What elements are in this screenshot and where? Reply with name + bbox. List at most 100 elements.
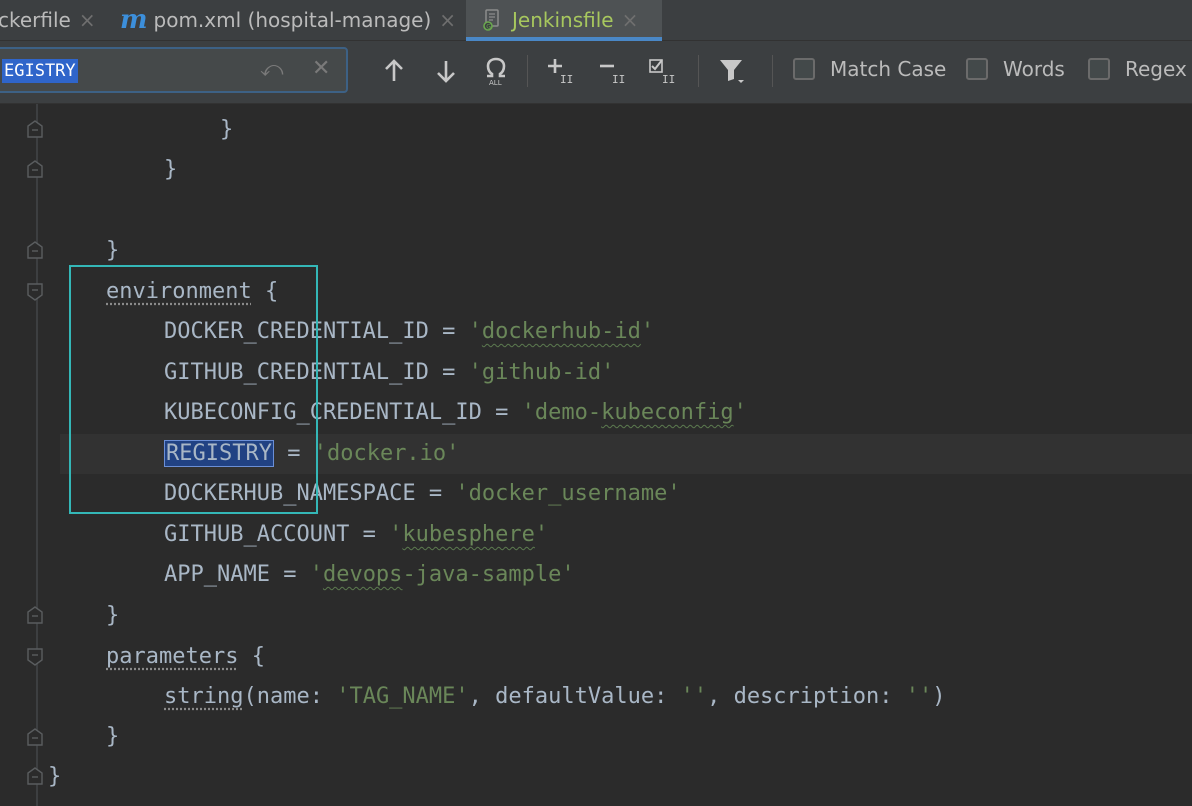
add-selection-button[interactable]: II [544, 53, 580, 89]
find-all-button[interactable]: ALL [478, 53, 514, 89]
separator [772, 55, 773, 87]
tab-pom-xml[interactable]: m pom.xml (hospital-manage) × [120, 0, 460, 40]
filter-icon [720, 60, 744, 83]
environment-keyword: environment [106, 279, 252, 304]
fold-start-icon[interactable] [27, 283, 43, 301]
match-case-checkbox[interactable] [793, 58, 815, 80]
code-text: KUBECONFIG_CREDENTIAL_ID = [164, 400, 522, 425]
select-all-occurrences-icon: II [649, 59, 675, 86]
parameters-keyword: parameters [106, 644, 239, 669]
string-literal: 'TAG_NAME' [336, 684, 469, 709]
omega-icon: ALL [486, 57, 506, 86]
code-line-docker-credential: DOCKER_CREDENTIAL_ID = 'dockerhub-id' [164, 312, 654, 352]
search-input[interactable]: EGISTRY ⤺ ✕ [0, 47, 348, 93]
code-text: , defaultValue: [468, 684, 681, 709]
string-literal: kubeconfig [601, 400, 734, 425]
string-literal: ' [468, 319, 482, 344]
fold-end-icon[interactable] [27, 606, 43, 624]
string-literal: ' [733, 400, 747, 425]
code-text: APP_NAME = [164, 562, 310, 587]
tab-label: ckerfile [0, 8, 71, 32]
code-line-kubeconfig-credential: KUBECONFIG_CREDENTIAL_ID = 'demo-kubecon… [164, 393, 747, 433]
code-text: DOCKERHUB_NAMESPACE = [164, 481, 456, 506]
next-occurrence-button[interactable] [428, 53, 464, 89]
string-literal: '' [905, 684, 933, 709]
clear-search-icon[interactable]: ✕ [312, 56, 330, 81]
code-text: ) [932, 684, 946, 709]
fold-end-icon[interactable] [27, 728, 43, 746]
code-line: } [48, 764, 62, 789]
match-case-label[interactable]: Match Case [830, 57, 946, 81]
code-text: { [238, 644, 265, 669]
close-icon[interactable]: × [79, 8, 96, 32]
find-bar: EGISTRY ⤺ ✕ ALL II II II Match Case Word… [0, 41, 1192, 104]
code-line: } [164, 157, 178, 182]
svg-text:II: II [560, 73, 573, 86]
code-text: { [251, 279, 279, 304]
search-match-highlight: REGISTRY [164, 440, 274, 467]
tab-dockerfile[interactable]: ckerfile × [0, 0, 102, 40]
jenkins-file-icon: G [482, 9, 504, 31]
fold-guide [36, 104, 38, 806]
svg-text:II: II [662, 73, 675, 86]
remove-selection-icon: II [600, 64, 625, 86]
select-all-occurrences-button[interactable]: II [646, 53, 682, 89]
code-text: GITHUB_ACCOUNT = [164, 522, 390, 547]
fold-end-icon[interactable] [27, 241, 43, 259]
string-literal: 'docker_username' [455, 481, 681, 506]
code-line-string-param: string(name: 'TAG_NAME', defaultValue: '… [164, 677, 946, 717]
code-line: } [220, 117, 234, 142]
code-line-registry: REGISTRY = 'docker.io' [164, 434, 459, 474]
words-checkbox[interactable] [966, 58, 988, 80]
arrow-down-icon [437, 61, 455, 83]
remove-selection-button[interactable]: II [596, 53, 632, 89]
words-label[interactable]: Words [1003, 57, 1065, 81]
code-line: } [106, 238, 120, 263]
string-literal: kubesphere [402, 522, 535, 547]
string-literal: -java-sample' [402, 562, 575, 587]
code-line-parameters: parameters { [106, 637, 265, 677]
code-text: , description: [707, 684, 906, 709]
fold-end-icon[interactable] [27, 120, 43, 138]
tab-label: pom.xml (hospital-manage) [153, 8, 432, 32]
regex-label[interactable]: Regex [1125, 57, 1187, 81]
editor-gutter [0, 104, 60, 806]
code-line: } [106, 603, 120, 628]
close-icon[interactable]: × [439, 8, 456, 32]
code-line-github-account: GITHUB_ACCOUNT = 'kubesphere' [164, 515, 548, 555]
code-line-app-name: APP_NAME = 'devops-java-sample' [164, 555, 575, 595]
code-line-github-credential: GITHUB_CREDENTIAL_ID = 'github-id' [164, 353, 614, 393]
function-name: string [164, 684, 244, 709]
code-text: (name: [243, 684, 337, 709]
regex-checkbox[interactable] [1088, 58, 1110, 80]
string-literal: ' [640, 319, 655, 344]
code-line-environment: environment { [106, 272, 278, 312]
previous-occurrence-button[interactable] [376, 53, 412, 89]
search-query[interactable]: EGISTRY [2, 59, 78, 83]
string-literal: ' [534, 522, 549, 547]
string-literal: dockerhub-id [481, 319, 641, 344]
filter-button[interactable] [714, 53, 750, 89]
fold-end-icon[interactable] [27, 160, 43, 178]
code-text: GITHUB_CREDENTIAL_ID = [164, 360, 469, 385]
svg-text:G: G [486, 24, 491, 31]
string-literal: '' [680, 684, 708, 709]
new-line-icon[interactable]: ⤺ [260, 57, 284, 82]
string-literal: ' [309, 562, 323, 587]
code-line: } [106, 724, 120, 749]
arrow-up-icon [385, 59, 403, 81]
separator [527, 55, 528, 87]
code-line-dockerhub-namespace: DOCKERHUB_NAMESPACE = 'docker_username' [164, 474, 681, 514]
string-literal: devops [322, 562, 403, 587]
string-literal: 'github-id' [468, 360, 615, 385]
add-selection-icon: II [548, 59, 573, 86]
fold-end-icon[interactable] [27, 767, 43, 785]
string-literal: 'docker.io' [313, 441, 460, 466]
fold-start-icon[interactable] [27, 648, 43, 666]
close-icon[interactable]: × [622, 8, 639, 32]
string-literal: ' [389, 522, 403, 547]
code-text: = [273, 441, 314, 466]
editor-tab-bar: ckerfile × m pom.xml (hospital-manage) ×… [0, 0, 1192, 41]
tab-jenkinsfile[interactable]: G Jenkinsfile × [466, 0, 662, 41]
svg-text:ALL: ALL [489, 79, 502, 86]
